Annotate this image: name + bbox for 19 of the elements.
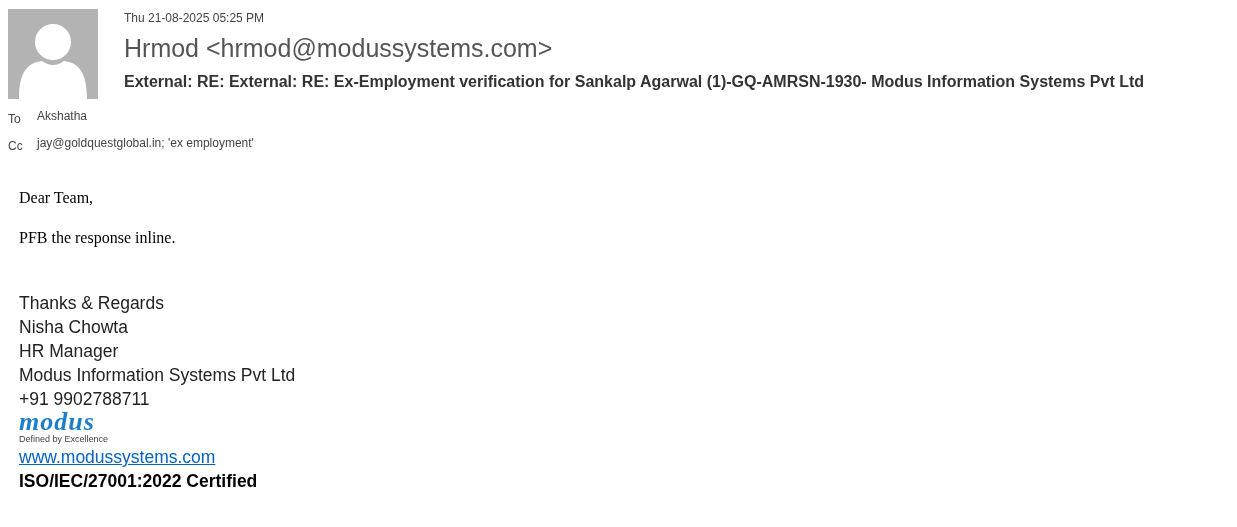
recipient-label: To: [8, 111, 22, 126]
email-subject: External: RE: External: RE: Ex-Employment verification for Sankalp Agarwal (1)-GQ-AMRSN-1930- Modus Information Systems Pvt Ltd: [124, 73, 1145, 91]
signature-line: +91 9902788711: [19, 388, 151, 411]
website-link[interactable]: www.modussystems.com: [19, 445, 216, 469]
logo-wordmark: modus: [19, 411, 95, 433]
body-paragraph: Dear Team,: [19, 189, 95, 207]
signature-line: Modus Information Systems Pvt Ltd: [19, 364, 297, 387]
recipient-list: jay@goldquestglobal.in; 'ex employment': [37, 136, 254, 153]
recipient-list: Akshatha: [37, 109, 88, 126]
certification-text: ISO/IEC/27001:2022 Certified: [19, 470, 259, 493]
body-paragraph: PFB the response inline.: [19, 229, 177, 247]
sent-date: Thu 21-08-2025 05:25 PM: [124, 11, 266, 25]
logo-tagline: Defined by Excellence: [19, 433, 109, 445]
signature-line: Nisha Chowta: [19, 316, 129, 339]
avatar-icon: [8, 9, 98, 99]
signature-line: Thanks & Regards: [19, 292, 165, 315]
recipient-label: Cc: [8, 138, 24, 153]
signature-line: HR Manager: [19, 340, 120, 363]
sender-name: Hrmod <hrmod@modussystems.com>: [124, 34, 554, 63]
